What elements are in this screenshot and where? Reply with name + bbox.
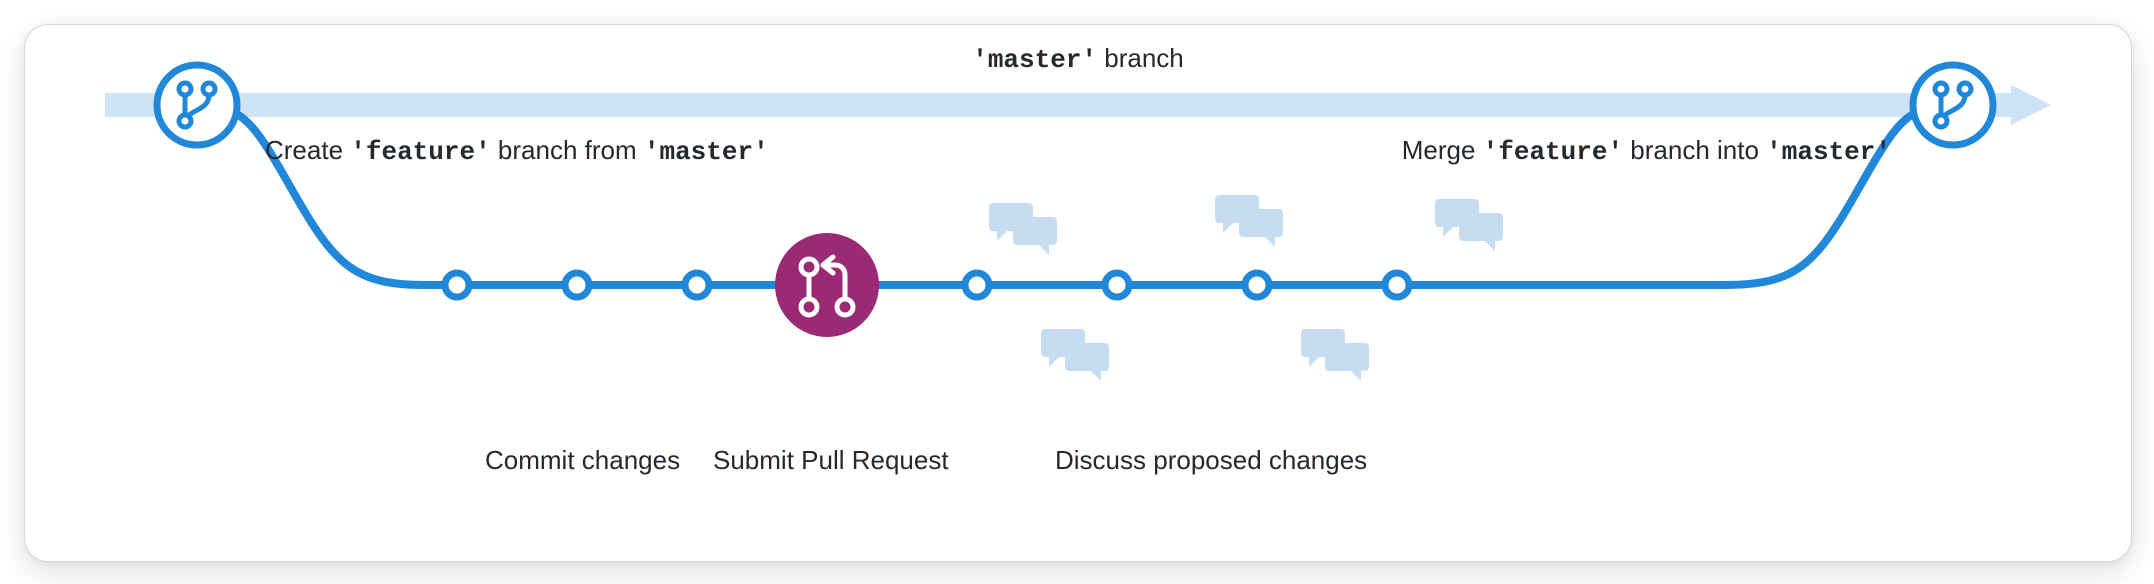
branch-start-icon bbox=[153, 61, 241, 149]
commit-dot bbox=[1381, 269, 1413, 301]
create-middle: branch from bbox=[491, 135, 644, 165]
commit-dot bbox=[961, 269, 993, 301]
merge-branch-label: Merge 'feature' branch into 'master' bbox=[1402, 135, 1891, 167]
pull-request-node bbox=[771, 229, 883, 341]
commit-dot bbox=[441, 269, 473, 301]
discuss-changes-label: Discuss proposed changes bbox=[1055, 445, 1367, 476]
discussion-icon bbox=[1041, 325, 1113, 383]
discussion-icon bbox=[1215, 191, 1287, 249]
discussion-icon bbox=[1301, 325, 1373, 383]
commit-dot bbox=[561, 269, 593, 301]
merge-prefix: Merge bbox=[1402, 135, 1483, 165]
commit-dot bbox=[681, 269, 713, 301]
feature-branch-path bbox=[25, 25, 2131, 561]
diagram-card: 'master' branch bbox=[24, 24, 2132, 562]
commit-dot bbox=[1241, 269, 1273, 301]
merge-middle: branch into bbox=[1623, 135, 1766, 165]
create-master-literal: 'master' bbox=[644, 137, 769, 167]
submit-pr-label: Submit Pull Request bbox=[713, 445, 949, 476]
merge-master-literal: 'master' bbox=[1766, 137, 1891, 167]
discussion-icon bbox=[989, 199, 1061, 257]
create-prefix: Create bbox=[265, 135, 350, 165]
merge-feature-literal: 'feature' bbox=[1483, 137, 1623, 167]
commit-dot bbox=[1101, 269, 1133, 301]
create-branch-label: Create 'feature' branch from 'master' bbox=[265, 135, 769, 167]
branch-end-icon bbox=[1909, 61, 1997, 149]
create-feature-literal: 'feature' bbox=[350, 137, 490, 167]
discussion-icon bbox=[1435, 195, 1507, 253]
commit-changes-label: Commit changes bbox=[485, 445, 680, 476]
